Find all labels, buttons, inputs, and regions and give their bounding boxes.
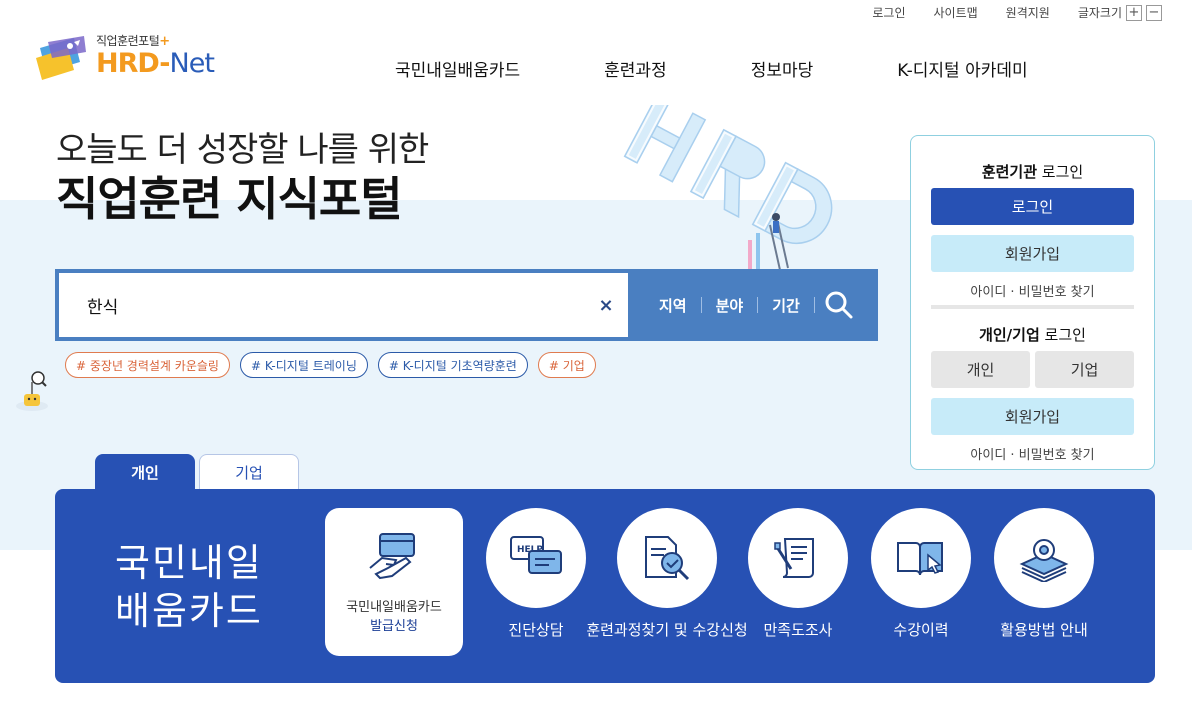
service-label: 활용방법 안내 xyxy=(1000,621,1088,639)
hashtag-k-digital-basic[interactable]: # K-디지털 기초역량훈련 xyxy=(377,352,528,378)
service-course-search[interactable]: 훈련과정찾기 및 수강신청 xyxy=(586,508,748,639)
util-sitemap-link[interactable]: 사이트맵 xyxy=(933,4,977,21)
personal-login-heading: 개인/기업 로그인 xyxy=(979,326,1086,344)
search-filters: 지역 분야 기간 xyxy=(645,269,815,341)
learning-card-panel: 국민내일배움카드 국민내일배움카드 발급신청 HELP 진단상담 훈련과정찾기 … xyxy=(55,489,1155,683)
service-diagnosis-counseling[interactable]: HELP 진단상담 xyxy=(486,508,586,639)
service-usage-guide[interactable]: 활용방법 안내 xyxy=(994,508,1094,639)
book-click-icon xyxy=(897,542,943,576)
login-divider xyxy=(931,305,1134,309)
survey-scroll-icon xyxy=(774,538,814,578)
personal-signup-button[interactable]: 회원가입 xyxy=(931,398,1134,435)
org-find-account-link[interactable]: 아이디 · 비밀번호 찾기 xyxy=(911,281,1154,300)
gear-stack-icon xyxy=(1019,539,1069,582)
card-hand-icon xyxy=(369,533,415,580)
panel-title: 국민내일배움카드 xyxy=(115,541,263,633)
hero-title: 직업훈련 지식포털 xyxy=(56,172,403,226)
main-navigation: 국민내일배움카드 훈련과정 정보마당 K-디지털 아카데미 xyxy=(395,56,1028,81)
personal-login-button[interactable]: 개인 xyxy=(931,351,1030,388)
filter-field-button[interactable]: 분야 xyxy=(702,295,758,316)
card-issue-box[interactable]: 국민내일배움카드 발급신청 xyxy=(325,508,463,656)
font-size-label: 글자크기 xyxy=(1077,6,1122,20)
clear-search-button[interactable]: × xyxy=(594,295,618,316)
font-decrease-button[interactable]: − xyxy=(1146,4,1162,21)
logo-name: HRD-Net xyxy=(96,48,215,79)
card-issue-label: 국민내일배움카드 발급신청 xyxy=(346,600,442,634)
tab-company[interactable]: 기업 xyxy=(199,454,299,490)
service-course-history[interactable]: 수강이력 xyxy=(871,508,971,639)
login-panel: 훈련기관 로그인 로그인 회원가입 아이디 · 비밀번호 찾기 개인/기업 로그… xyxy=(910,135,1155,470)
filter-region-button[interactable]: 지역 xyxy=(645,295,701,316)
document-search-icon xyxy=(645,536,690,581)
nav-item-learning-card[interactable]: 국민내일배움카드 xyxy=(395,56,520,81)
search-input[interactable]: 한식 × xyxy=(59,273,628,337)
search-input-value[interactable]: 한식 xyxy=(87,293,594,318)
search-icon[interactable] xyxy=(821,287,857,323)
personal-find-account-link[interactable]: 아이디 · 비밀번호 찾기 xyxy=(911,444,1154,463)
filter-divider xyxy=(813,297,815,313)
font-increase-button[interactable]: + xyxy=(1126,4,1142,21)
help-chat-icon: HELP xyxy=(510,536,562,574)
tab-personal[interactable]: 개인 xyxy=(95,454,195,490)
util-login-link[interactable]: 로그인 xyxy=(872,4,905,21)
company-login-button[interactable]: 기업 xyxy=(1035,351,1134,388)
util-remote-support-link[interactable]: 원격지원 xyxy=(1006,4,1050,21)
org-signup-button[interactable]: 회원가입 xyxy=(931,235,1134,272)
hashtag-career-counseling[interactable]: # 중장년 경력설계 카운슬링 xyxy=(65,352,230,378)
nav-item-info-plaza[interactable]: 정보마당 xyxy=(751,56,814,81)
mascot-icon xyxy=(16,371,48,411)
card-issue-button[interactable]: 국민내일배움카드 발급신청 xyxy=(325,508,463,656)
filter-period-button[interactable]: 기간 xyxy=(758,295,814,316)
service-satisfaction-survey[interactable]: 만족도조사 xyxy=(748,508,848,639)
org-login-heading: 훈련기관 로그인 xyxy=(981,163,1084,181)
utility-bar: 로그인 사이트맵 원격지원 글자크기 + − xyxy=(844,4,1162,21)
hashtag-k-digital-training[interactable]: # K-디지털 트레이닝 xyxy=(239,352,368,378)
hashtag-list: # 중장년 경력설계 카운슬링 # K-디지털 트레이닝 # K-디지털 기초역… xyxy=(65,352,606,378)
logo-mark-icon xyxy=(36,36,86,80)
search-bar: 한식 × 지역 분야 기간 xyxy=(55,269,878,341)
org-login-button[interactable]: 로그인 xyxy=(931,188,1134,225)
hrd-net-logo[interactable]: 직업훈련포털+ HRD-Net xyxy=(34,30,234,80)
nav-item-k-digital-academy[interactable]: K-디지털 아카데미 xyxy=(897,56,1027,81)
logo-tagline: 직업훈련포털+ xyxy=(96,34,170,49)
hashtag-company[interactable]: # 기업 xyxy=(537,352,596,378)
nav-item-training-courses[interactable]: 훈련과정 xyxy=(604,56,667,81)
hrd-3d-illustration xyxy=(623,105,833,271)
